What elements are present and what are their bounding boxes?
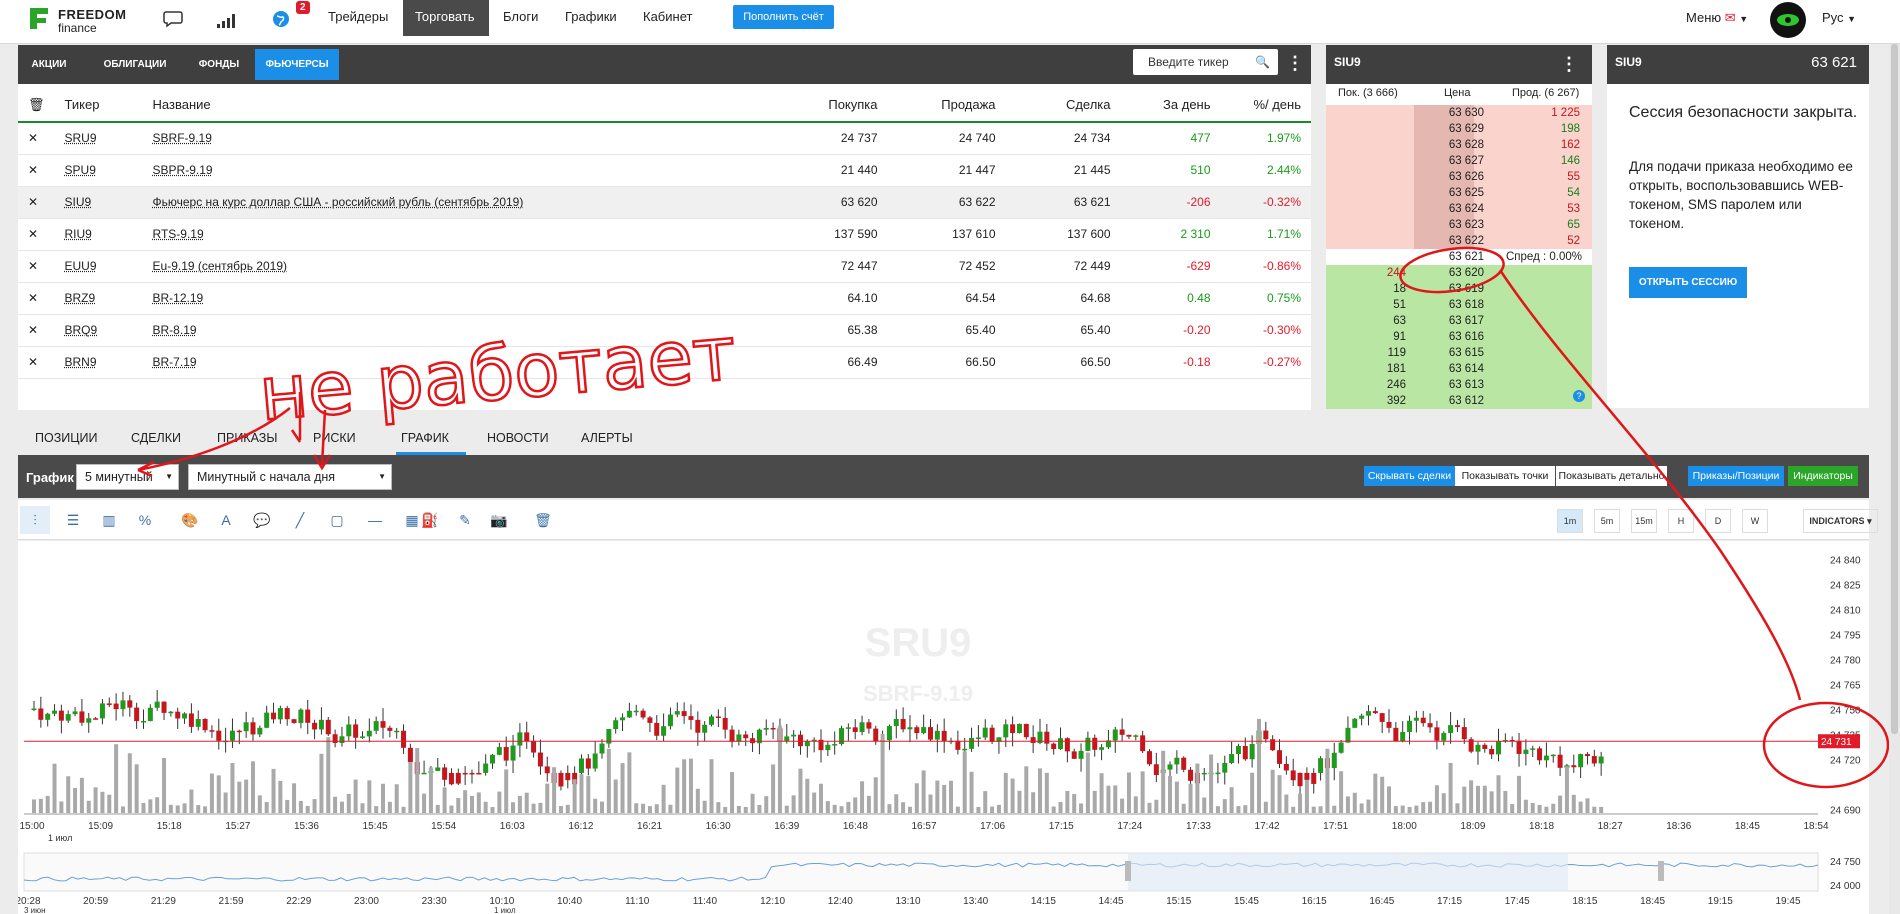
annotation-circle	[1399, 246, 1505, 294]
annotation-text: не работает	[256, 311, 739, 438]
page-scrollbar[interactable]	[1889, 44, 1900, 914]
annotation-overlay: не работает	[137, 246, 1890, 789]
scrollbar-thumb[interactable]	[1891, 44, 1898, 734]
annotation-circle	[1762, 701, 1890, 789]
annotation-line	[1498, 269, 1802, 701]
